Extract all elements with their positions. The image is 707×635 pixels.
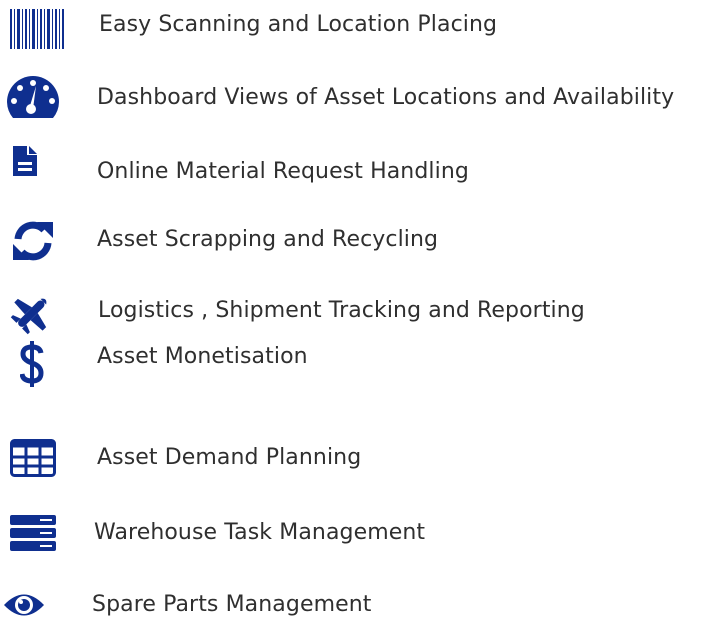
server-stack-icon bbox=[10, 515, 56, 551]
dashboard-gauge-icon bbox=[5, 74, 61, 120]
feature-label: Logistics , Shipment Tracking and Report… bbox=[98, 298, 585, 323]
table-grid-icon bbox=[10, 439, 56, 477]
feature-label: Warehouse Task Management bbox=[94, 520, 426, 545]
feature-item-spare-parts: Spare Parts Management bbox=[0, 575, 707, 635]
feature-label: Asset Demand Planning bbox=[97, 445, 362, 470]
barcode-icon bbox=[10, 9, 64, 49]
dollar-icon bbox=[20, 341, 44, 387]
feature-item-material-request: Online Material Request Handling bbox=[0, 140, 707, 200]
feature-label: Asset Monetisation bbox=[97, 344, 308, 369]
eye-icon bbox=[2, 592, 46, 618]
feature-item-warehouse-task: Warehouse Task Management bbox=[0, 505, 707, 565]
feature-item-scrapping: Asset Scrapping and Recycling bbox=[0, 210, 707, 270]
feature-item-monetisation: Asset Monetisation bbox=[0, 338, 707, 398]
feature-item-demand-planning: Asset Demand Planning bbox=[0, 425, 707, 485]
feature-label: Online Material Request Handling bbox=[97, 159, 469, 184]
feature-label: Dashboard Views of Asset Locations and A… bbox=[97, 85, 675, 110]
feature-label: Asset Scrapping and Recycling bbox=[97, 227, 439, 252]
feature-item-dashboard: Dashboard Views of Asset Locations and A… bbox=[0, 70, 707, 130]
document-icon bbox=[13, 146, 37, 176]
feature-label: Spare Parts Management bbox=[92, 592, 372, 617]
feature-item-scanning: Easy Scanning and Location Placing bbox=[0, 0, 707, 60]
airplane-icon bbox=[10, 291, 54, 335]
feature-item-logistics: Logistics , Shipment Tracking and Report… bbox=[0, 285, 707, 345]
feature-label: Easy Scanning and Location Placing bbox=[99, 12, 498, 37]
refresh-icon bbox=[11, 219, 55, 263]
